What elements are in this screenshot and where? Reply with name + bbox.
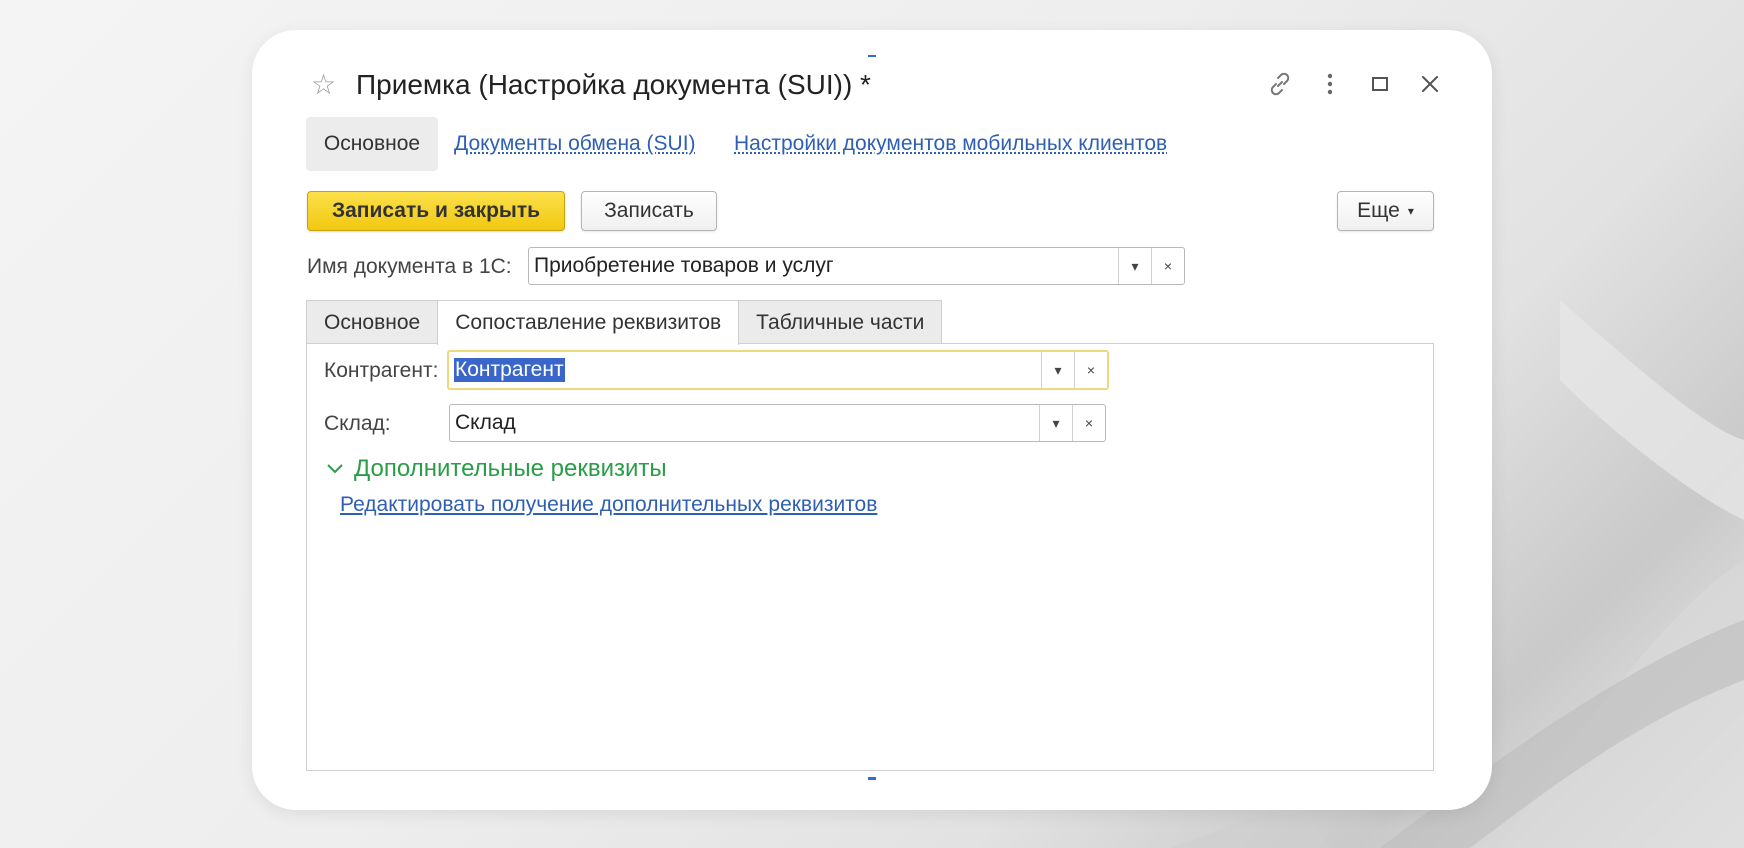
clear-icon[interactable]: × — [1072, 405, 1105, 441]
warehouse-field[interactable]: Склад ▾ × — [449, 404, 1106, 442]
star-outline-icon[interactable]: ☆ — [311, 70, 336, 100]
edit-additional-attributes-link[interactable]: Редактировать получение дополнительных р… — [340, 493, 877, 517]
document-name-value[interactable]: Приобретение товаров и услуг — [529, 248, 1118, 284]
nav-link-exchange-documents[interactable]: Документы обмена (SUI) — [454, 132, 696, 156]
additional-attributes-title: Дополнительные реквизиты — [354, 455, 667, 482]
counterparty-selected-text: Контрагент — [454, 358, 565, 382]
chevron-down-icon — [326, 463, 344, 475]
window-title: Приемка (Настройка документа (SUI)) * — [356, 69, 871, 100]
more-vertical-icon[interactable] — [1312, 64, 1348, 104]
bottom-resize-marker — [868, 777, 876, 780]
tab-main[interactable]: Основное — [306, 300, 439, 344]
counterparty-value[interactable]: Контрагент — [449, 352, 1041, 388]
chevron-down-icon: ▾ — [1407, 204, 1414, 218]
tab-attribute-mapping[interactable]: Сопоставление реквизитов — [437, 300, 740, 345]
link-icon[interactable] — [1262, 64, 1298, 104]
nav-item-main[interactable]: Основное — [306, 117, 438, 171]
warehouse-label: Склад: — [324, 412, 391, 435]
counterparty-field[interactable]: Контрагент ▾ × — [447, 350, 1109, 390]
dropdown-icon[interactable]: ▾ — [1118, 248, 1151, 284]
dropdown-icon[interactable]: ▾ — [1039, 405, 1072, 441]
tab-bar: Основное Сопоставление реквизитов Таблич… — [306, 300, 943, 345]
document-name-label: Имя документа в 1С: — [307, 255, 512, 278]
additional-attributes-group[interactable]: Дополнительные реквизиты — [326, 455, 667, 483]
save-and-close-button[interactable]: Записать и закрыть — [307, 191, 565, 231]
tab-table-parts[interactable]: Табличные части — [738, 300, 943, 344]
close-icon[interactable] — [1412, 64, 1448, 104]
top-resize-marker — [868, 55, 876, 57]
warehouse-value[interactable]: Склад — [450, 405, 1039, 441]
more-button-label: Еще — [1357, 199, 1400, 222]
dropdown-icon[interactable]: ▾ — [1041, 352, 1074, 388]
clear-icon[interactable]: × — [1074, 352, 1107, 388]
nav-link-mobile-client-settings[interactable]: Настройки документов мобильных клиентов — [734, 132, 1167, 156]
save-button[interactable]: Записать — [581, 191, 717, 231]
counterparty-label: Контрагент: — [324, 359, 439, 382]
clear-icon[interactable]: × — [1151, 248, 1184, 284]
maximize-icon[interactable] — [1362, 64, 1398, 104]
more-button[interactable]: Еще ▾ — [1337, 191, 1434, 231]
document-name-field[interactable]: Приобретение товаров и услуг ▾ × — [528, 247, 1185, 285]
window-content: ☆ Приемка (Настройка документа (SUI)) * … — [0, 0, 1744, 848]
